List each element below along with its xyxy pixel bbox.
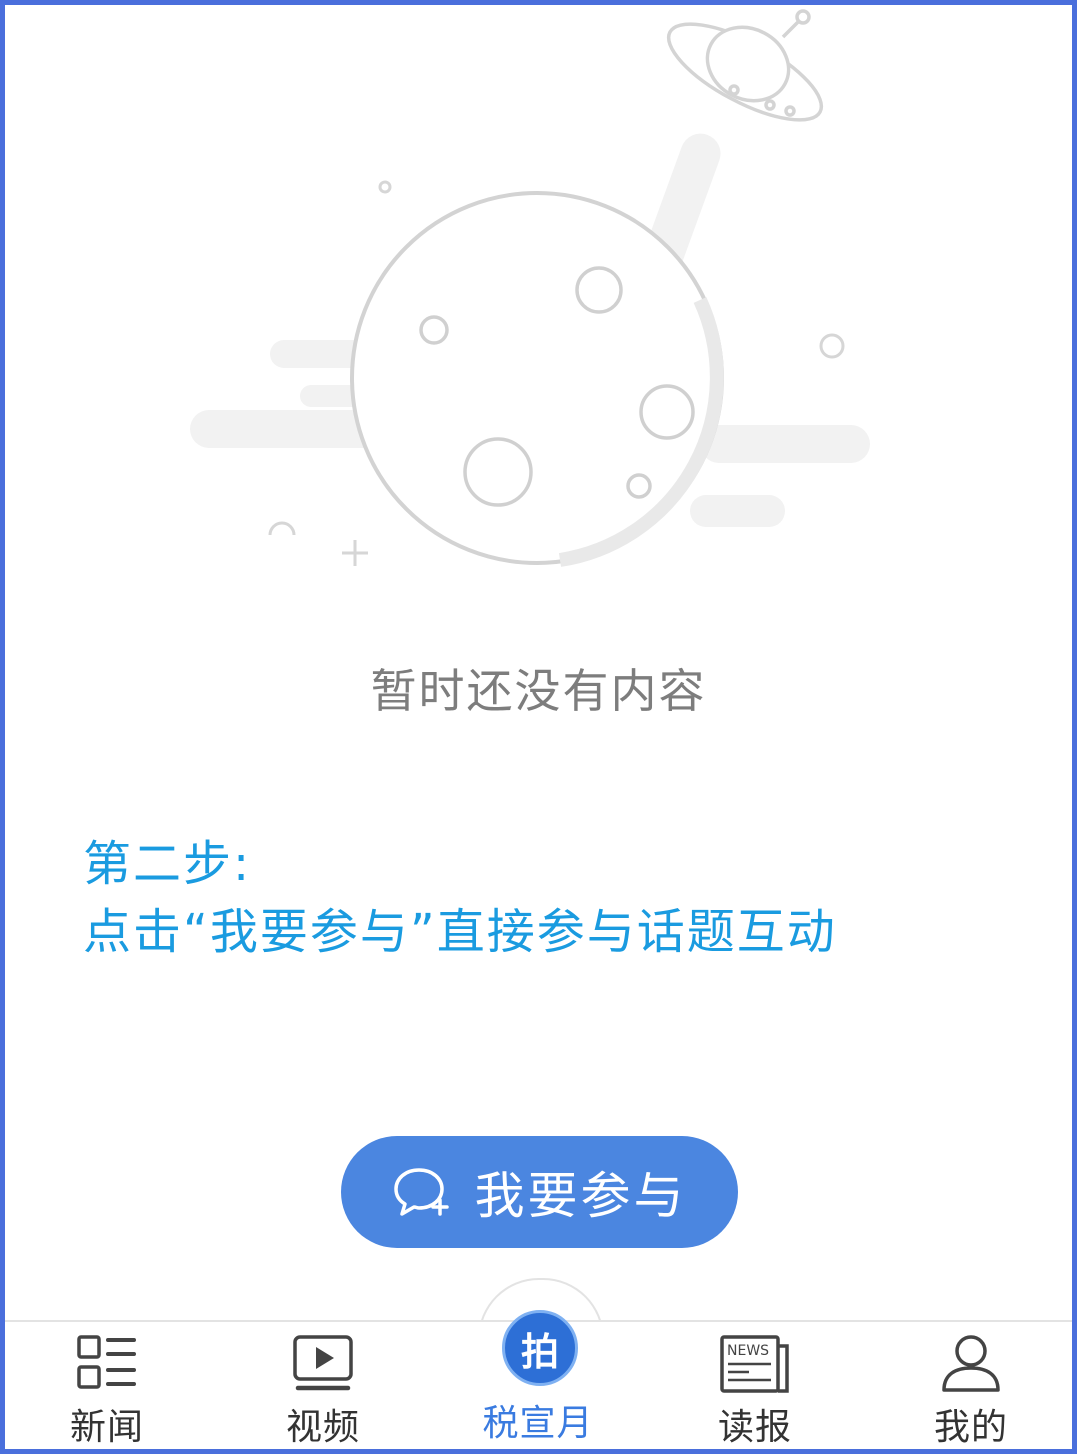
newspaper-icon: NEWS [720,1335,789,1393]
join-button-label: 我要参与 [474,1167,687,1225]
tab-mine[interactable]: 我的 [891,1320,1051,1454]
list-icon [77,1335,136,1389]
planet-icon [350,191,724,567]
pai-badge-icon[interactable]: 拍 [502,1310,578,1386]
tab-news[interactable]: 新闻 [27,1320,187,1454]
tab-video-label: 视频 [285,1407,360,1448]
ufo-icon [666,9,824,122]
chat-plus-icon [393,1168,449,1216]
tab-read-paper-label: 读报 [717,1407,792,1448]
tab-video[interactable]: 视频 [243,1320,403,1454]
empty-state-message: 暂时还没有内容 [370,664,707,718]
tab-mine-label: 我的 [933,1407,1008,1448]
instruction-step: 第二步: [83,836,252,892]
empty-state-illustration [190,9,870,567]
play-icon [293,1335,353,1391]
tab-read-paper[interactable]: NEWS 读报 [675,1320,835,1454]
join-button[interactable]: 我要参与 [341,1136,738,1248]
instruction-caption: 第二步: 点击“我要参与”直接参与话题互动 [83,830,837,966]
person-icon [942,1335,1000,1392]
tab-tax-month-label: 税宣月 [482,1403,594,1444]
svg-text:NEWS: NEWS [727,1343,769,1359]
tab-news-label: 新闻 [69,1407,144,1448]
instruction-text: 点击“我要参与”直接参与话题互动 [83,904,837,960]
